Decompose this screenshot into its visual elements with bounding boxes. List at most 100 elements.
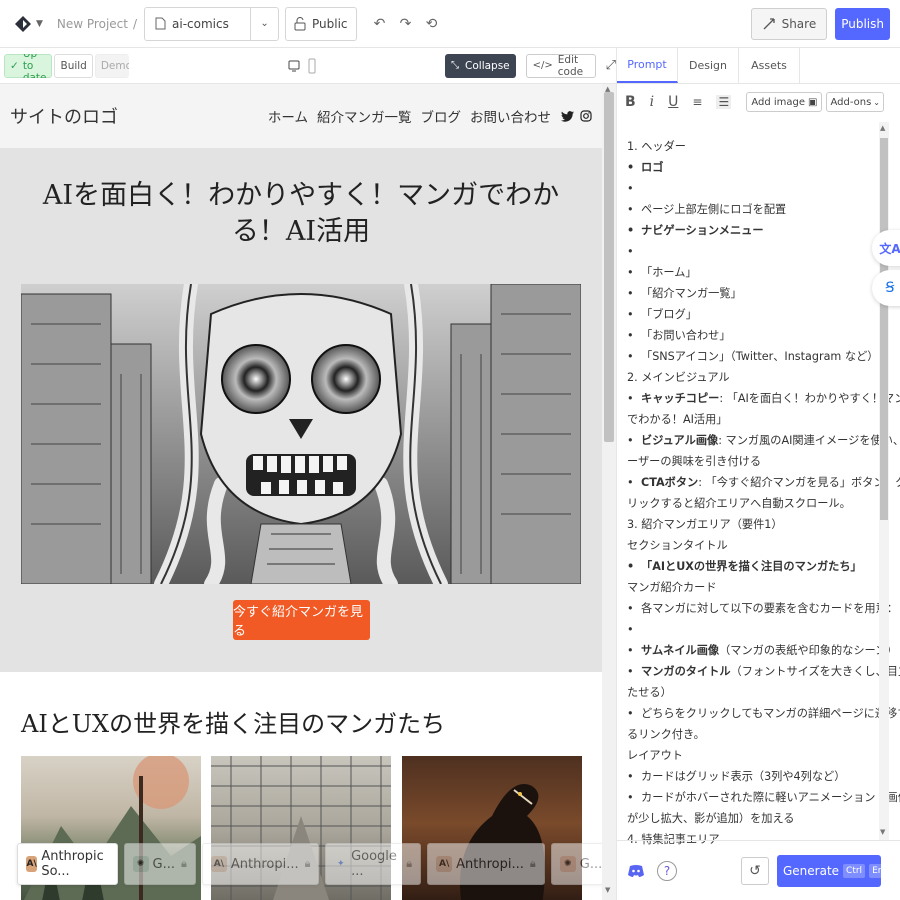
prompt-line: • ビジュアル画像: マンガ風のAI関連イメージを使い、ユ xyxy=(627,430,900,451)
bullet-icon: • xyxy=(627,665,634,678)
desktop-icon[interactable] xyxy=(287,59,301,73)
model-chip[interactable]: A\ Anthropi... 🔒︎ xyxy=(427,843,545,885)
prompt-line: でわかる！AI活用」 xyxy=(627,413,728,426)
file-selector[interactable]: ai-comics ⌄ xyxy=(144,6,280,41)
prompt-line: • xyxy=(627,619,877,640)
bullet-icon: • xyxy=(627,161,635,174)
prompt-line: セクションタイトル xyxy=(627,539,728,552)
tab-prompt[interactable]: Prompt xyxy=(617,48,678,83)
model-chip[interactable]: A\ Anthropi... 🔒︎ xyxy=(201,843,320,885)
prompt-scrollbar-thumb[interactable] xyxy=(880,138,888,520)
chevron-down-icon[interactable]: ⌄ xyxy=(250,7,278,40)
bullet-icon: • xyxy=(627,791,634,804)
bullet-icon: • xyxy=(627,623,634,636)
tab-design[interactable]: Design xyxy=(678,48,739,83)
model-chip[interactable]: ✦ Google ... 🔒︎ xyxy=(325,843,422,885)
nav-contact[interactable]: お問い合わせ xyxy=(470,106,551,126)
reset-button[interactable]: ↺ xyxy=(741,856,769,885)
share-button[interactable]: Share xyxy=(750,7,828,40)
nav-blog[interactable]: ブログ xyxy=(421,106,462,126)
bullet-icon: • xyxy=(627,224,635,237)
bullet-list-icon[interactable]: ☰ xyxy=(716,95,732,109)
kbd-enter: Enter xyxy=(869,863,900,878)
unlock-icon xyxy=(294,16,306,30)
prompt-line: 1. ヘッダー xyxy=(627,140,686,153)
preview-scrollbar-thumb[interactable] xyxy=(604,92,614,442)
hero-image xyxy=(21,284,581,584)
bullet-icon: • xyxy=(627,287,634,300)
scroll-up-arrow-icon[interactable]: ▲ xyxy=(880,124,885,132)
addons-dropdown[interactable]: Add-ons ⌄ xyxy=(826,92,884,112)
scroll-down-arrow-icon[interactable]: ▼ xyxy=(605,886,610,894)
app-menu-button[interactable]: ▼ xyxy=(14,15,43,33)
hero-title: AIを面白く！わかりやすく！マンガでわかる！AI活用 xyxy=(42,180,560,247)
underline-icon[interactable]: U xyxy=(668,94,678,110)
nav-manga-list[interactable]: 紹介マンガ一覧 xyxy=(317,106,412,126)
prompt-line: • サムネイル画像（マンガの表紙や印象的なシーン） xyxy=(627,640,898,661)
model-chip[interactable]: A\ Anthropic So... xyxy=(17,843,118,885)
demo-tab[interactable]: Demo xyxy=(94,53,130,78)
prompt-line: • xyxy=(627,178,877,199)
edit-code-button[interactable]: </> Edit code xyxy=(525,53,596,78)
visibility-label: Public xyxy=(312,16,348,31)
prompt-line: 3. 紹介マンガエリア（要件1） xyxy=(627,518,783,531)
model-chip[interactable]: ✺ G... 🔒︎ xyxy=(123,843,196,885)
breadcrumb-project[interactable]: New Project xyxy=(57,17,128,31)
prompt-line: • ロゴ xyxy=(627,157,877,178)
translate-icon[interactable]: 文A xyxy=(872,230,900,266)
history-icon[interactable]: ⟲ xyxy=(425,16,439,32)
prompt-line: • 「ブログ」 xyxy=(627,304,877,325)
prompt-line: • 「お問い合わせ」 xyxy=(627,325,877,346)
panel-tabs: Prompt Design Assets xyxy=(617,48,900,84)
publish-button[interactable]: Publish xyxy=(835,7,890,40)
sns-icons xyxy=(561,110,592,122)
add-image-button[interactable]: Add image ▣ xyxy=(746,92,823,112)
prompt-line: • どちらをクリックしてもマンガの詳細ページに遷移す xyxy=(627,703,900,724)
build-tab[interactable]: Build xyxy=(54,53,93,78)
undo-icon[interactable]: ↶ xyxy=(373,16,387,32)
discord-icon[interactable] xyxy=(627,864,645,878)
model-chip[interactable]: ✺ G... 🔒︎ xyxy=(550,843,602,885)
prompt-line: レイアウト xyxy=(627,749,683,762)
nav-home[interactable]: ホーム xyxy=(268,106,308,126)
mode-switch: ✓ Up to date Build Demo xyxy=(4,53,130,78)
bullet-icon: • xyxy=(627,308,634,321)
prompt-editor[interactable]: 1. ヘッダー • ロゴ • • ページ上部左側にロゴを配置 • ナビゲーションメニュー • • 「… xyxy=(627,136,900,850)
mobile-icon[interactable] xyxy=(307,58,317,74)
bullet-icon: • xyxy=(627,203,634,216)
italic-icon[interactable]: i xyxy=(650,94,654,110)
bullet-icon: • xyxy=(627,350,634,363)
visibility-button[interactable]: Public xyxy=(285,6,357,41)
prompt-line: • 「ホーム」 xyxy=(627,262,877,283)
prompt-line: • ナビゲーションメニュー xyxy=(627,220,877,241)
instagram-icon[interactable] xyxy=(580,110,592,122)
prompt-line: • CTAボタン: 「今すぐ紹介マンガを見る」ボタン。ク xyxy=(627,472,900,493)
help-icon[interactable]: ? xyxy=(657,860,677,881)
bullet-icon: • xyxy=(627,707,634,720)
bold-icon[interactable]: B xyxy=(625,94,636,110)
extension-icon[interactable]: Ꞩ xyxy=(872,270,900,306)
expand-icon[interactable]: ⤢ xyxy=(606,58,616,73)
redo-icon[interactable]: ↷ xyxy=(399,16,413,32)
bullet-icon: • xyxy=(627,182,634,195)
format-toolbar: B i U ≡ ☰ Add image ▣ Add-ons ⌄ xyxy=(617,84,900,120)
generate-button[interactable]: Generate Ctrl Enter xyxy=(777,854,900,887)
prompt-line: • ページ上部左側にロゴを配置 xyxy=(627,199,877,220)
bullet-icon: • xyxy=(627,770,634,783)
model-selector: A\ Anthropic So... ✺ G... 🔒︎ A\ Anthropi… xyxy=(17,843,602,885)
scroll-down-arrow-icon[interactable]: ▼ xyxy=(880,828,885,836)
site-preview: サイトのロゴ ホーム 紹介マンガ一覧 ブログ お問い合わせ AIを面白く！わかり… xyxy=(0,84,602,900)
site-header: サイトのロゴ ホーム 紹介マンガ一覧 ブログ お問い合わせ xyxy=(0,84,602,148)
prompt-line: が少し拡大、影が追加）を加える xyxy=(627,812,795,825)
tab-assets[interactable]: Assets xyxy=(739,48,800,83)
collapse-button[interactable]: ⤡ Collapse xyxy=(445,53,516,78)
prompt-line: • 「AIとUXの世界を描く注目のマンガたち」 xyxy=(627,556,877,577)
ordered-list-icon[interactable]: ≡ xyxy=(692,95,702,109)
cta-button[interactable]: 今すぐ紹介マンガを見る xyxy=(233,600,370,640)
section-title: AIとUXの世界を描く注目のマンガたち xyxy=(21,710,446,738)
scroll-up-arrow-icon[interactable]: ▲ xyxy=(605,85,610,93)
site-logo[interactable]: サイトのロゴ xyxy=(10,103,118,129)
anthropic-icon: A\ xyxy=(26,856,38,872)
bullet-icon: • xyxy=(627,476,634,489)
twitter-icon[interactable] xyxy=(561,110,574,122)
